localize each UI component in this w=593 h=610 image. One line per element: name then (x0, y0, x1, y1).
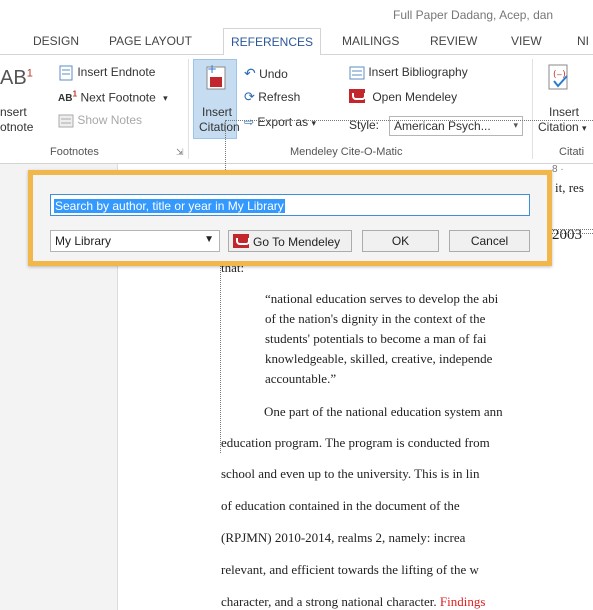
tab-view[interactable]: VIEW (511, 34, 542, 48)
citation-search-input[interactable]: Search by author, title or year in My Li… (50, 194, 530, 216)
tab-references[interactable]: REFERENCES (223, 28, 322, 56)
footnote-big-icon: AB (0, 67, 27, 89)
endnote-icon (59, 65, 73, 81)
title-bar: Full Paper Dadang, Acep, dan (0, 0, 593, 28)
bibliography-icon (349, 66, 365, 80)
insert-citation-icon: + (206, 63, 226, 90)
paragraph-line: character, and a strong national charact… (221, 594, 485, 610)
paragraph-line: of education contained in the document o… (221, 498, 460, 513)
insert-footnote-label-2: otnote (0, 120, 34, 134)
insert-bibliography-label: Insert Bibliography (368, 65, 468, 79)
library-select-value: My Library (55, 234, 112, 248)
go-to-mendeley-button[interactable]: Go To Mendeley (228, 230, 352, 252)
paragraph-line: One part of the national education syste… (264, 404, 503, 419)
cancel-button[interactable]: Cancel (449, 230, 530, 252)
insert-endnote-button[interactable]: Insert Endnote (58, 65, 155, 81)
chevron-down-icon: ▼ (204, 234, 214, 245)
next-footnote-icon: AB1 (58, 89, 78, 105)
go-to-mendeley-label: Go To Mendeley (253, 235, 341, 249)
undo-label: Undo (259, 67, 288, 81)
show-notes-button[interactable]: Show Notes (58, 113, 142, 128)
citations-insert-label-1: Insert (549, 105, 580, 119)
show-notes-icon (58, 114, 74, 128)
citation-search-dialog: Search by author, title or year in My Li… (28, 170, 552, 266)
search-placeholder-text: Search by author, title or year in My Li… (54, 199, 285, 213)
mendeley-logo-icon (233, 234, 250, 248)
tab-page-layout[interactable]: PAGE LAYOUT (109, 34, 192, 48)
next-footnote-label: Next Footnote (80, 90, 156, 105)
group-separator (188, 59, 189, 159)
chevron-down-icon: ▾ (163, 93, 168, 104)
dialog-launcher-icon[interactable]: ⇲ (176, 147, 184, 158)
open-mendeley-button[interactable]: Open Mendeley (349, 89, 457, 104)
undo-button[interactable]: ↶ Undo (244, 65, 288, 82)
insert-bibliography-button[interactable]: Insert Bibliography (349, 65, 468, 80)
insert-citation-label-1: Insert (202, 105, 233, 119)
paragraph-line: (RPJMN) 2010-2014, realms 2, namely: inc… (221, 530, 466, 545)
svg-text:+: + (207, 63, 217, 76)
library-select[interactable]: My Library ▼ (50, 230, 220, 252)
mendeley-logo-icon (349, 89, 366, 103)
insert-endnote-label: Insert Endnote (77, 65, 156, 80)
tab-design[interactable]: DESIGN (33, 34, 79, 48)
ribbon-tabs: DESIGN PAGE LAYOUT REFERENCES MAILINGS R… (0, 28, 593, 56)
next-footnote-button[interactable]: AB1 Next Footnote ▾ (58, 89, 168, 104)
refresh-button[interactable]: ⟳ Refresh (244, 89, 300, 105)
tab-next[interactable]: NI (577, 34, 589, 48)
refresh-label: Refresh (258, 90, 301, 104)
paragraph-highlight-text: Findings (439, 594, 486, 609)
tab-mailings[interactable]: MAILINGS (342, 34, 399, 48)
footnotes-group-label: Footnotes (50, 146, 99, 158)
insert-footnote-label-1: nsert (0, 105, 27, 119)
paragraph-text: character, and a strong national charact… (221, 594, 437, 609)
undo-icon: ↶ (244, 65, 256, 81)
open-mendeley-label: Open Mendeley (372, 90, 458, 104)
ok-button[interactable]: OK (362, 230, 439, 252)
paragraph-block (220, 233, 593, 453)
show-notes-label: Show Notes (77, 113, 143, 127)
tab-review[interactable]: REVIEW (430, 34, 477, 48)
refresh-icon: ⟳ (244, 89, 255, 104)
paragraph-line: education program. The program is conduc… (221, 435, 490, 450)
paragraph-line: relevant, and efficient towards the lift… (221, 562, 479, 577)
citation-insert-icon[interactable]: (‒) (546, 63, 572, 93)
window-title: Full Paper Dadang, Acep, dan (393, 8, 554, 22)
paragraph-line: school and even up to the university. Th… (221, 466, 480, 481)
insert-footnote-button[interactable]: AB1 (0, 67, 33, 90)
